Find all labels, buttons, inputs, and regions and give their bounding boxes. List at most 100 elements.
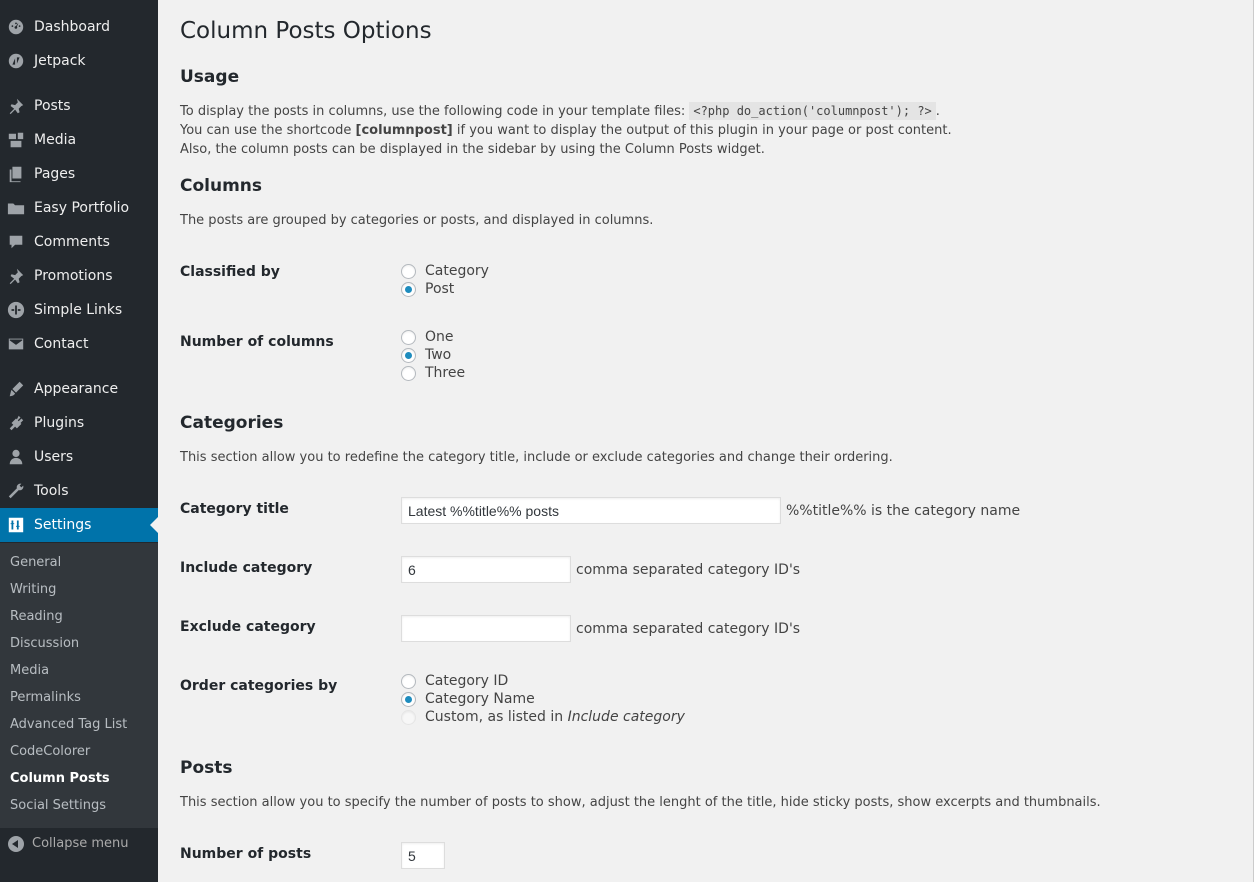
shortcode-text: [columnpost] xyxy=(355,123,453,138)
usage-line-1: To display the posts in columns, use the… xyxy=(180,102,940,121)
admin-sidebar: Dashboard Jetpack Posts Media Pages Easy… xyxy=(0,0,158,882)
submenu-item-discussion[interactable]: Discussion xyxy=(10,635,79,653)
sidebar-item-contact[interactable]: Contact xyxy=(0,327,158,361)
sidebar-item-label: Tools xyxy=(34,483,69,499)
usage-code: <?php do_action('columnpost'); ?> xyxy=(689,102,936,120)
radio-circle[interactable] xyxy=(401,673,416,689)
include-category-label: Include category xyxy=(180,560,313,576)
categories-heading: Categories xyxy=(180,413,284,433)
posts-description: This section allow you to specify the nu… xyxy=(180,795,1101,810)
collapse-menu-button[interactable]: Collapse menu xyxy=(0,834,158,856)
usage-line-3: Also, the column posts can be displayed … xyxy=(180,142,765,157)
radio-label-emphasis: Include category xyxy=(567,709,685,725)
sidebar-item-label: Dashboard xyxy=(34,19,110,35)
pages-icon xyxy=(7,165,25,183)
sidebar-item-label: Settings xyxy=(34,517,92,533)
radio-circle[interactable] xyxy=(401,365,416,381)
number-of-posts-input[interactable] xyxy=(401,842,445,869)
usage-period: . xyxy=(935,104,940,119)
sidebar-item-promotions[interactable]: Promotions xyxy=(0,259,158,293)
order-category-id-radio[interactable]: Category ID xyxy=(401,672,508,690)
sidebar-item-label: Contact xyxy=(34,336,89,352)
submenu-item-advanced-tag-list[interactable]: Advanced Tag List xyxy=(10,716,127,734)
columns-two-radio[interactable]: Two xyxy=(401,346,451,364)
sidebar-item-dashboard[interactable]: Dashboard xyxy=(0,10,158,44)
category-title-input[interactable] xyxy=(401,497,781,524)
order-category-name-radio[interactable]: Category Name xyxy=(401,690,535,708)
sidebar-item-label: Comments xyxy=(34,234,110,250)
category-title-label: Category title xyxy=(180,501,289,517)
submenu-item-general[interactable]: General xyxy=(10,554,61,572)
sidebar-item-jetpack[interactable]: Jetpack xyxy=(0,44,158,78)
radio-label: Category xyxy=(425,263,489,279)
sidebar-item-label: Simple Links xyxy=(34,302,123,318)
sidebar-item-posts[interactable]: Posts xyxy=(0,89,158,123)
usage-text: if you want to display the output of thi… xyxy=(452,123,952,138)
sidebar-item-comments[interactable]: Comments xyxy=(0,225,158,259)
number-of-posts-label: Number of posts xyxy=(180,846,312,862)
collapse-menu-label: Collapse menu xyxy=(32,836,129,851)
radio-circle[interactable] xyxy=(401,263,416,279)
radio-circle[interactable] xyxy=(401,347,416,363)
usage-line-2: You can use the shortcode [columnpost] i… xyxy=(180,121,952,140)
submenu-item-column-posts[interactable]: Column Posts xyxy=(10,770,110,788)
sidebar-item-label: Pages xyxy=(34,166,76,182)
sidebar-item-appearance[interactable]: Appearance xyxy=(0,372,158,406)
submenu-item-writing[interactable]: Writing xyxy=(10,581,56,599)
wrench-icon xyxy=(7,482,25,500)
usage-heading: Usage xyxy=(180,67,240,87)
sidebar-item-simple-links[interactable]: Simple Links xyxy=(0,293,158,327)
sidebar-item-label: Users xyxy=(34,449,74,465)
order-custom-radio[interactable]: Custom, as listed in Include category xyxy=(401,708,685,726)
radio-label: One xyxy=(425,329,454,345)
submenu-item-permalinks[interactable]: Permalinks xyxy=(10,689,81,707)
number-of-columns-label: Number of columns xyxy=(180,334,334,350)
radio-label: Category Name xyxy=(425,691,535,707)
current-menu-arrow xyxy=(150,517,158,533)
brush-icon xyxy=(7,380,25,398)
columns-one-radio[interactable]: One xyxy=(401,328,454,346)
settings-submenu: General Writing Reading Discussion Media… xyxy=(0,543,158,828)
comment-icon xyxy=(7,233,25,251)
usage-text: To display the posts in columns, use the… xyxy=(180,104,686,119)
classified-by-label: Classified by xyxy=(180,264,280,280)
radio-label: Three xyxy=(425,365,466,381)
radio-circle[interactable] xyxy=(401,281,416,297)
category-title-hint: %%title%% is the category name xyxy=(786,503,1021,519)
radio-label: Custom, as listed in Include category xyxy=(425,709,685,725)
sidebar-item-label: Promotions xyxy=(34,268,113,284)
sidebar-item-settings[interactable]: Settings xyxy=(0,508,158,542)
jetpack-icon xyxy=(7,52,25,70)
order-categories-label: Order categories by xyxy=(180,678,338,694)
sidebar-item-pages[interactable]: Pages xyxy=(0,157,158,191)
sidebar-item-plugins[interactable]: Plugins xyxy=(0,406,158,440)
envelope-icon xyxy=(7,335,25,353)
radio-label: Two xyxy=(425,347,452,363)
plug-icon xyxy=(7,414,25,432)
sidebar-item-tools[interactable]: Tools xyxy=(0,474,158,508)
radio-circle[interactable] xyxy=(401,691,416,707)
sidebar-item-label: Media xyxy=(34,132,77,148)
sidebar-item-users[interactable]: Users xyxy=(0,440,158,474)
page-title: Column Posts Options xyxy=(180,18,432,44)
include-category-input[interactable] xyxy=(401,556,571,583)
exclude-category-input[interactable] xyxy=(401,615,571,642)
submenu-item-media[interactable]: Media xyxy=(10,662,49,680)
pin-icon xyxy=(7,267,25,285)
columns-three-radio[interactable]: Three xyxy=(401,364,465,382)
submenu-item-reading[interactable]: Reading xyxy=(10,608,63,626)
classified-by-post-radio[interactable]: Post xyxy=(401,280,454,298)
user-icon xyxy=(7,448,25,466)
settings-icon xyxy=(7,516,25,534)
dashboard-icon xyxy=(7,18,25,36)
radio-label-text: Custom, as listed in xyxy=(425,709,568,725)
submenu-item-social-settings[interactable]: Social Settings xyxy=(10,797,106,815)
exclude-category-hint: comma separated category ID's xyxy=(576,621,801,637)
classified-by-category-radio[interactable]: Category xyxy=(401,262,489,280)
radio-circle[interactable] xyxy=(401,709,416,725)
radio-circle[interactable] xyxy=(401,329,416,345)
sidebar-item-easy-portfolio[interactable]: Easy Portfolio xyxy=(0,191,158,225)
submenu-item-codecolorer[interactable]: CodeColorer xyxy=(10,743,90,761)
sidebar-item-media[interactable]: Media xyxy=(0,123,158,157)
pin-icon xyxy=(7,97,25,115)
